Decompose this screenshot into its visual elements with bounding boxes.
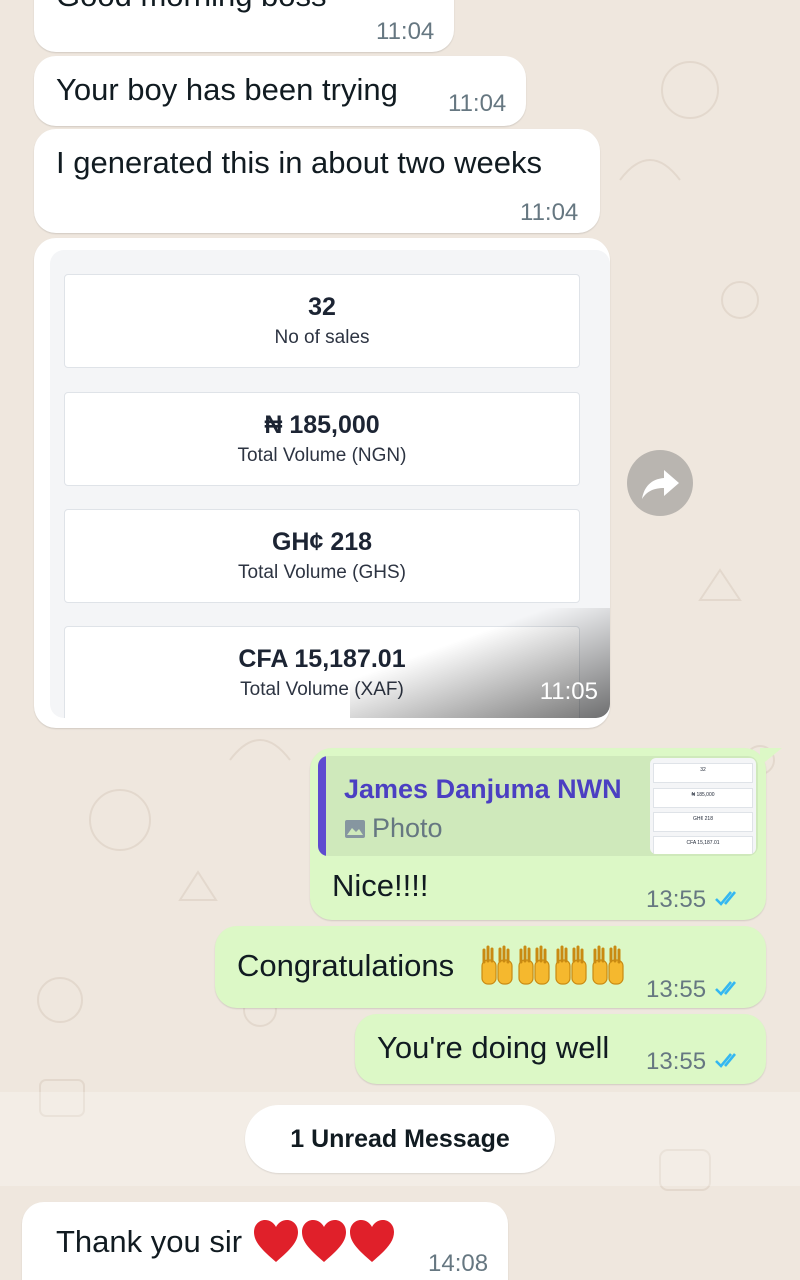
stat-label: No of sales (274, 327, 370, 348)
red-heart-emoji (254, 1220, 394, 1262)
read-ticks-icon (715, 981, 736, 996)
incoming-message[interactable]: Good morning boss 11:04 (34, 0, 454, 52)
photo-icon (345, 819, 365, 838)
unread-messages-pill: 1 Unread Message (245, 1105, 555, 1173)
stat-value: ₦ 185,000 (264, 411, 380, 439)
quote-author: James Danjuma NWN (344, 774, 622, 804)
stat-card-ngn: ₦ 185,000 Total Volume (NGN) (64, 392, 580, 486)
mini-card: ₦ 185,000 (653, 788, 753, 808)
unread-messages-label: 1 Unread Message (290, 1125, 510, 1153)
mini-card: GH¢ 218 (653, 812, 753, 832)
message-time: 13:55 (646, 976, 707, 1003)
message-text: Thank you sir (56, 1224, 243, 1259)
message-time: 13:55 (646, 1048, 707, 1075)
message-time: 11:04 (376, 18, 435, 45)
message-time: 13:55 (646, 886, 707, 913)
quoted-message[interactable]: James Danjuma NWN Photo 32 ₦ 185,000 GH¢… (318, 756, 758, 856)
read-ticks-icon (715, 891, 736, 906)
stat-label: Total Volume (GHS) (238, 562, 406, 583)
message-time: 14:08 (428, 1250, 489, 1277)
mini-card: 32 (653, 763, 753, 783)
quote-type-label: Photo (372, 813, 443, 843)
message-text: Nice!!!! (332, 868, 429, 903)
shared-photo[interactable]: 32 No of sales ₦ 185,000 Total Volume (N… (50, 250, 610, 718)
message-time: 11:04 (448, 90, 507, 117)
stat-label: Total Volume (NGN) (237, 445, 407, 466)
message-text: I generated this in about two weeks (56, 145, 542, 180)
stat-card-ghs: GH¢ 218 Total Volume (GHS) (64, 509, 580, 603)
incoming-message[interactable]: I generated this in about two weeks 11:0… (34, 129, 600, 233)
message-text: Your boy has been trying (56, 72, 398, 107)
read-ticks-icon (715, 1053, 736, 1068)
message-time: 11:04 (520, 199, 579, 226)
outgoing-message[interactable]: You're doing well 13:55 (355, 1014, 766, 1084)
mini-card: CFA 15,187.01 (653, 836, 753, 854)
message-text: Good morning boss (56, 0, 327, 14)
forward-icon (642, 470, 679, 499)
stat-value: GH¢ 218 (271, 528, 373, 556)
quoted-photo-thumbnail: 32 ₦ 185,000 GH¢ 218 CFA 15,187.01 (650, 758, 756, 854)
forward-button[interactable] (627, 450, 693, 516)
stat-card-sales: 32 No of sales (64, 274, 580, 368)
incoming-message[interactable]: Your boy has been trying 11:04 (34, 56, 526, 126)
quote-accent-bar (318, 756, 326, 856)
message-text: Congratulations (237, 948, 455, 983)
message-time: 11:05 (539, 678, 598, 705)
raising-hands-emoji (481, 945, 624, 985)
quote-type: Photo (344, 813, 443, 844)
bubble-tail (760, 748, 782, 766)
stat-value: 32 (308, 293, 336, 321)
message-text: You're doing well (377, 1030, 610, 1065)
